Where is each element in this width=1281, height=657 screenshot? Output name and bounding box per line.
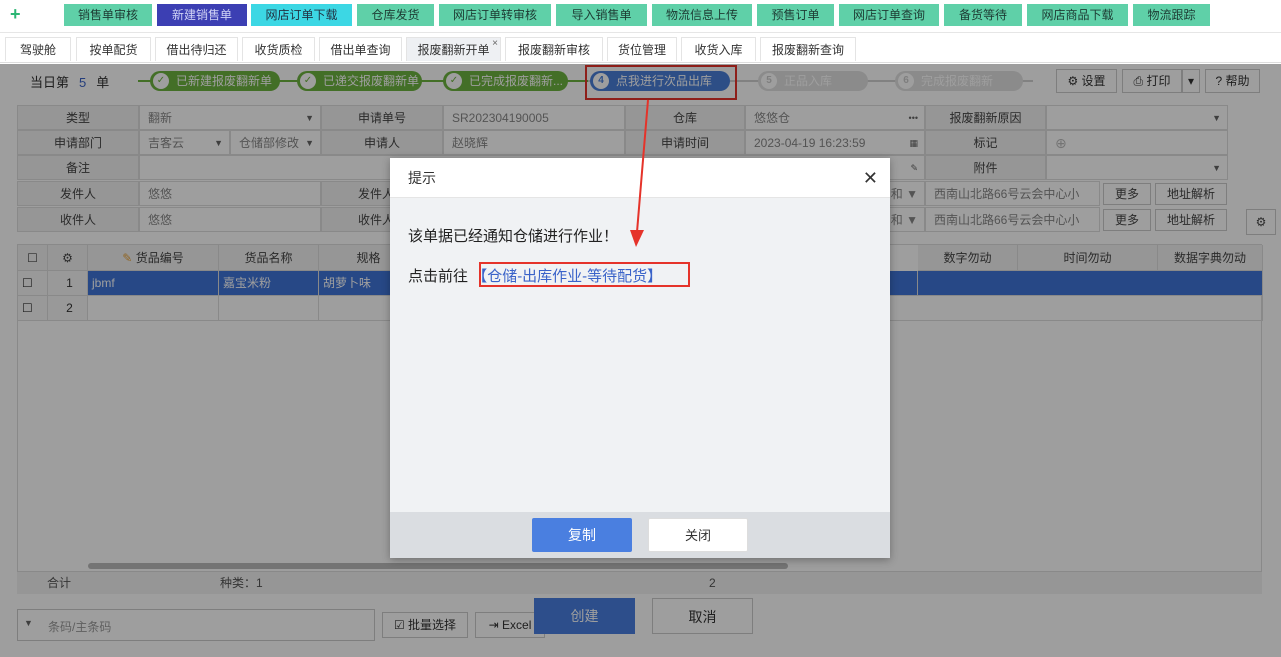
tab-label: 报废翻新开单 bbox=[417, 43, 490, 57]
menu-item[interactable]: 网店订单查询 bbox=[839, 4, 939, 26]
tab-receive[interactable]: 收货入库 bbox=[681, 37, 756, 61]
close-icon[interactable]: × bbox=[492, 32, 498, 56]
menu-item[interactable]: 仓库发货 bbox=[357, 4, 434, 26]
copy-button[interactable]: 复制 bbox=[532, 518, 632, 552]
menu-item[interactable]: 预售订单 bbox=[757, 4, 834, 26]
tab-bar: 驾驶舱 按单配货 借出待归还 收货质检 借出单查询 报废翻新开单 × 报废翻新审… bbox=[0, 35, 1281, 63]
notice-dialog: 提示 ✕ 该单据已经通知仓储进行作业！ 点击前往 【仓储-出库作业-等待配货】 … bbox=[390, 158, 890, 558]
close-icon[interactable]: ✕ bbox=[863, 158, 878, 198]
tab-location[interactable]: 货位管理 bbox=[607, 37, 677, 61]
menu-item[interactable]: 物流信息上传 bbox=[652, 4, 752, 26]
dialog-message: 该单据已经通知仓储进行作业！ bbox=[408, 228, 619, 245]
dialog-header: 提示 ✕ bbox=[390, 158, 890, 198]
menu-item[interactable]: 导入销售单 bbox=[556, 4, 647, 26]
dialog-footer bbox=[390, 512, 890, 558]
goto-prefix: 点击前往 bbox=[408, 268, 469, 285]
plus-icon[interactable]: + bbox=[10, 4, 21, 25]
tab-scrap-query[interactable]: 报废翻新查询 bbox=[760, 37, 856, 61]
tab-lend-return[interactable]: 借出待归还 bbox=[155, 37, 238, 61]
tab-allocate[interactable]: 按单配货 bbox=[76, 37, 151, 61]
menu-item[interactable]: 物流跟踪 bbox=[1133, 4, 1210, 26]
tab-qc[interactable]: 收货质检 bbox=[242, 37, 315, 61]
menu-item[interactable]: 销售单审核 bbox=[64, 4, 152, 26]
tab-cockpit[interactable]: 驾驶舱 bbox=[5, 37, 71, 61]
tab-scrap-create[interactable]: 报废翻新开单 × bbox=[406, 37, 501, 61]
menu-item[interactable]: 网店订单转审核 bbox=[439, 4, 551, 26]
menu-item[interactable]: 备货等待 bbox=[944, 4, 1022, 26]
dialog-title: 提示 bbox=[408, 170, 436, 186]
link-highlight-box bbox=[479, 262, 690, 287]
top-menu-bar: + 销售单审核 新建销售单 网店订单下载 仓库发货 网店订单转审核 导入销售单 … bbox=[0, 0, 1281, 33]
close-button[interactable]: 关闭 bbox=[648, 518, 748, 552]
menu-item[interactable]: 网店订单下载 bbox=[251, 4, 352, 26]
menu-item[interactable]: 网店商品下载 bbox=[1027, 4, 1128, 26]
tab-scrap-review[interactable]: 报废翻新审核 bbox=[505, 37, 603, 61]
tab-lend-query[interactable]: 借出单查询 bbox=[319, 37, 402, 61]
menu-item[interactable]: 新建销售单 bbox=[157, 4, 247, 26]
